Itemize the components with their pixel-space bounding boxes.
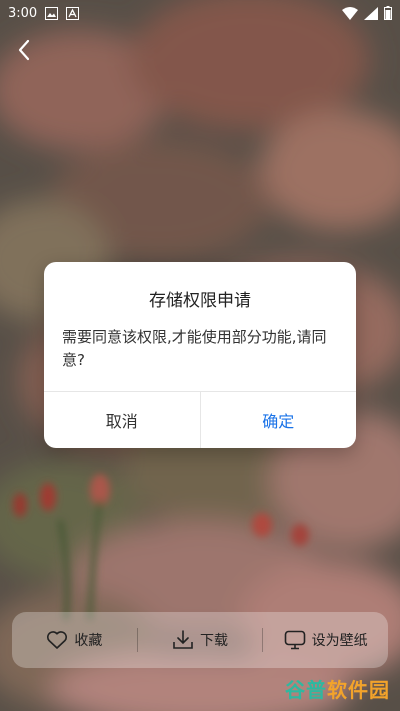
battery-icon (384, 6, 392, 20)
dialog-actions: 取消 确定 (44, 391, 356, 448)
favorite-label: 收藏 (74, 633, 103, 649)
download-label: 下载 (200, 633, 228, 649)
bottom-toolbar: 收藏 下载 设为壁纸 (12, 612, 388, 668)
confirm-button[interactable]: 确定 (201, 392, 357, 448)
permission-dialog: 存储权限申请 需要同意该权限,才能使用部分功能,请同意? 取消 确定 (44, 262, 356, 448)
download-button[interactable]: 下载 (138, 630, 263, 650)
back-button[interactable] (12, 36, 36, 64)
favorite-button[interactable]: 收藏 (12, 630, 137, 650)
monitor-icon (284, 630, 305, 650)
heart-icon (47, 631, 68, 649)
signal-icon (364, 6, 378, 20)
set-wallpaper-label: 设为壁纸 (311, 633, 368, 649)
chevron-left-icon (18, 39, 30, 61)
status-time: 3:00 (8, 5, 38, 21)
dialog-title: 存储权限申请 (149, 291, 251, 311)
dialog-message: 需要同意该权限,才能使用部分功能,请同意? (62, 328, 327, 369)
set-wallpaper-button[interactable]: 设为壁纸 (263, 630, 388, 650)
site-watermark: 谷普软件园 (285, 678, 390, 702)
download-icon (173, 630, 193, 649)
image-notification-icon (45, 6, 59, 20)
status-bar: 3:00 (0, 0, 400, 26)
app-notification-icon (66, 6, 80, 20)
cancel-button[interactable]: 取消 (44, 392, 201, 448)
wifi-icon (342, 6, 358, 20)
